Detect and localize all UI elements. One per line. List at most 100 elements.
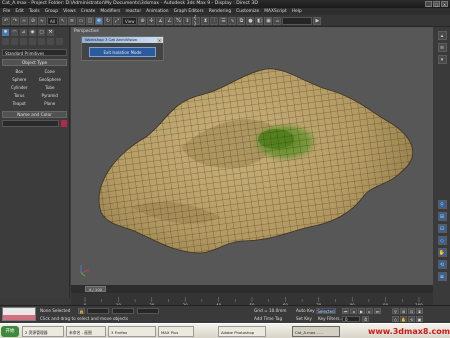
nav-max-toggle-icon[interactable]: ▣ [416, 316, 423, 322]
maximize-viewport-icon[interactable]: ⧈ [437, 272, 447, 281]
torus-button[interactable]: Torus [6, 92, 33, 99]
mirror-icon[interactable]: ⧗ [201, 16, 210, 25]
display-tab-icon[interactable]: ▢ [38, 29, 45, 36]
goto-start-icon[interactable]: ⏮ [342, 308, 349, 314]
object-category-dropdown[interactable]: Standard Primitives [2, 49, 67, 56]
unlink-icon[interactable]: ⊘ [29, 16, 37, 25]
auto-key-label[interactable]: Auto Key [296, 308, 315, 313]
menu-reactor[interactable]: reactor [125, 8, 141, 15]
menu-group[interactable]: Group [45, 8, 58, 15]
object-color-swatch[interactable] [61, 120, 67, 127]
nav-orbit-icon[interactable]: ⟲ [408, 316, 415, 322]
zoom-all-icon[interactable]: ⊞ [437, 212, 447, 221]
render-type-dropdown[interactable] [282, 16, 313, 25]
render-setup-icon[interactable]: ◧ [255, 16, 264, 25]
rect-selection-icon[interactable]: ▭ [76, 16, 85, 25]
cone-button[interactable]: Cone [37, 68, 64, 75]
box-button[interactable]: Box [6, 68, 33, 75]
motion-tab-icon[interactable]: ◉ [29, 29, 36, 36]
scroll-down-icon[interactable]: ▾ [437, 55, 447, 64]
scroll-up-icon[interactable]: ▴ [437, 31, 447, 40]
close-button[interactable]: × [441, 1, 448, 7]
taskbar-item-photoshop[interactable]: Adobe Photoshop [218, 326, 266, 337]
viewport-label[interactable]: Perspective [74, 29, 99, 34]
name-color-rollout[interactable]: Name and Color [2, 111, 67, 118]
x-coord-field[interactable] [87, 308, 109, 314]
cylinder-button[interactable]: Cylinder [6, 84, 33, 91]
taskbar-item-explorer[interactable]: 2 资源管理器 [22, 326, 64, 337]
taskbar-item-3dsmax[interactable]: Cat_A.max - ... [292, 326, 340, 337]
nav-pan-icon[interactable]: ✋ [400, 316, 407, 322]
quick-render-icon[interactable]: ☕ [273, 16, 282, 25]
helpers-icon[interactable] [38, 38, 45, 45]
start-button[interactable]: 开始 [1, 326, 19, 337]
ref-coord-dropdown[interactable]: View [121, 16, 138, 25]
menu-rendering[interactable]: Rendering [209, 8, 231, 15]
time-config-icon[interactable]: ⏱ [362, 316, 369, 322]
fov-icon[interactable]: ◇ [437, 236, 447, 245]
nav-zoom-icon[interactable]: ⚲ [392, 308, 399, 314]
geosphere-button[interactable]: GeoSphere [37, 76, 64, 83]
play-icon[interactable]: ▶ [358, 308, 365, 314]
orbit-icon[interactable]: ⟲ [437, 260, 447, 269]
pivot-center-icon[interactable]: ⊕ [138, 16, 147, 25]
minimize-button[interactable]: _ [425, 1, 432, 7]
add-time-tag[interactable]: Add Time Tag [254, 316, 282, 321]
redo-icon[interactable]: ↷ [11, 16, 19, 25]
select-rotate-icon[interactable]: ↻ [103, 16, 112, 25]
named-selection-icon[interactable]: { } [192, 15, 201, 27]
layer-manager-icon[interactable]: ☰ [219, 16, 228, 25]
modify-tab-icon[interactable]: ◠ [11, 29, 18, 36]
maxscript-listener-mini[interactable] [2, 307, 36, 321]
nav-zoom-all-icon[interactable]: ⊞ [400, 308, 407, 314]
select-scale-icon[interactable]: ⤢ [112, 16, 121, 25]
manipulate-icon[interactable]: ✢ [147, 16, 156, 25]
panel-menu-icon[interactable]: ≡ [437, 43, 447, 52]
window-crossing-icon[interactable]: ◫ [85, 16, 94, 25]
material-editor-icon[interactable]: ● [246, 16, 255, 25]
perspective-viewport[interactable]: Perspective [71, 27, 433, 285]
taskbar-item-paint[interactable]: 未命名 - 画图 [66, 326, 106, 337]
object-type-rollout[interactable]: Object Type [2, 59, 67, 66]
pan-icon[interactable]: ✋ [437, 248, 447, 257]
select-by-name-icon[interactable]: ≡ [67, 16, 76, 25]
systems-icon[interactable] [56, 38, 63, 45]
menu-create[interactable]: Create [81, 8, 96, 15]
maximize-button[interactable]: □ [433, 1, 440, 7]
render-frame-icon[interactable]: ▣ [264, 16, 273, 25]
spacewarps-icon[interactable] [47, 38, 54, 45]
prev-frame-icon[interactable]: ◂ [350, 308, 357, 314]
lock-selection-icon[interactable]: 🔒 [78, 308, 85, 314]
menu-file[interactable]: File [3, 8, 10, 15]
y-coord-field[interactable] [112, 308, 134, 314]
menu-modifiers[interactable]: Modifiers [100, 8, 120, 15]
plane-button[interactable]: Plane [37, 100, 64, 107]
undo-icon[interactable]: ↶ [2, 16, 10, 25]
bind-spacewarp-icon[interactable]: ≈ [38, 16, 46, 25]
dialog-close-icon[interactable]: × [157, 37, 162, 43]
hierarchy-tab-icon[interactable]: ⊿ [20, 29, 27, 36]
schematic-view-icon[interactable]: ⧉ [237, 16, 246, 25]
align-icon[interactable]: ⫶ [210, 16, 219, 25]
exit-isolation-button[interactable]: Exit Isolation Mode [89, 47, 156, 57]
create-tab-icon[interactable]: ✱ [2, 29, 9, 36]
menu-views[interactable]: Views [63, 8, 76, 15]
time-slider-thumb[interactable]: 0 / 100 [85, 286, 106, 292]
angle-snap-icon[interactable]: ∠ [165, 16, 174, 25]
goto-end-icon[interactable]: ⏭ [374, 308, 381, 314]
select-move-icon[interactable]: ✥ [94, 16, 103, 25]
time-slider[interactable]: 0 / 100 [71, 285, 433, 293]
render-icon[interactable]: ▶ [313, 16, 322, 25]
key-mode-dropdown[interactable]: Selected [316, 308, 336, 314]
zoom-extents-icon[interactable]: ⊡ [437, 224, 447, 233]
tube-button[interactable]: Tube [37, 84, 64, 91]
menu-customize[interactable]: Customize [236, 8, 259, 15]
set-key-label[interactable]: Set Key [296, 316, 312, 321]
menu-tools[interactable]: Tools [29, 8, 40, 15]
zoom-icon[interactable]: ⚲ [437, 200, 447, 209]
select-object-icon[interactable]: ↖ [58, 16, 67, 25]
taskbar-item-firefox[interactable]: 3 Firefox [108, 326, 156, 337]
curve-editor-icon[interactable]: ∿ [228, 16, 237, 25]
utilities-tab-icon[interactable]: ⚒ [47, 29, 54, 36]
link-icon[interactable]: ∞ [20, 16, 28, 25]
